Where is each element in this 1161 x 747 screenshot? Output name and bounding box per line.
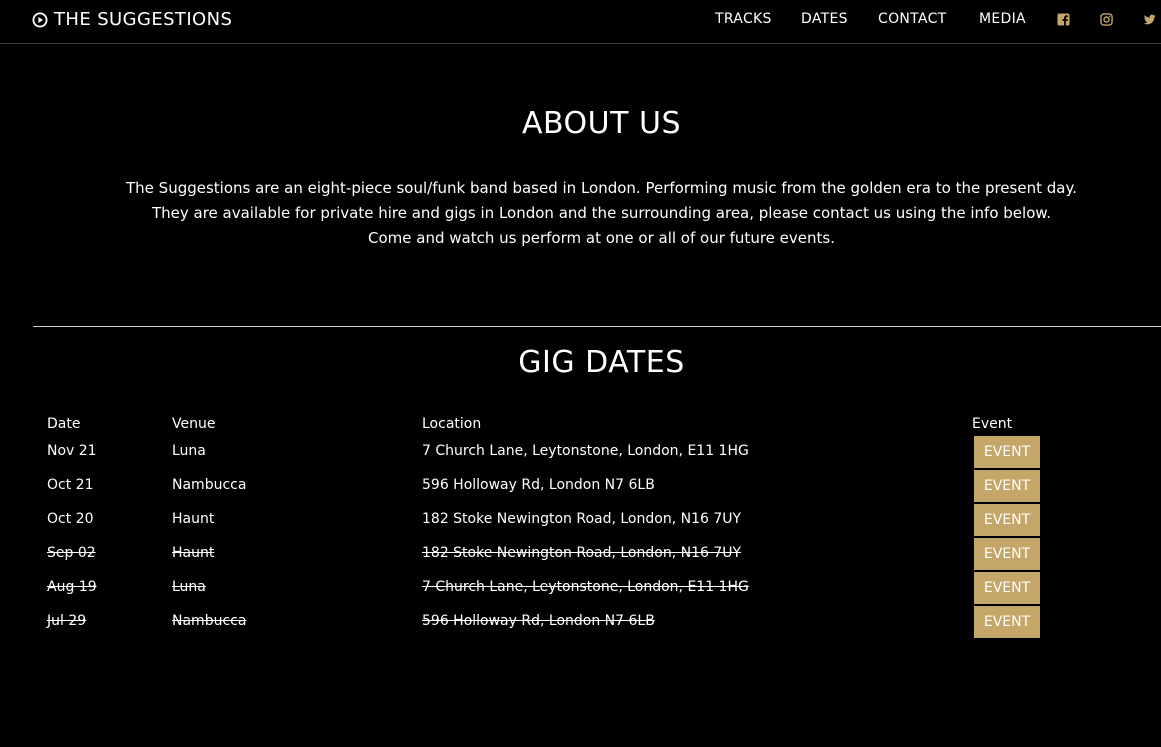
gig-location: 182 Stoke Newington Road, London, N16 7U…: [422, 545, 742, 561]
gig-location: 596 Holloway Rd, London N7 6LB: [422, 613, 655, 629]
gig-date: Oct 21: [47, 477, 94, 493]
about-description: The Suggestions are an eight-piece soul/…: [0, 176, 1161, 251]
brand-link[interactable]: THE SUGGESTIONS: [32, 9, 232, 30]
gig-date: Nov 21: [47, 443, 97, 459]
gig-location: 596 Holloway Rd, London N7 6LB: [422, 477, 655, 493]
play-circle-icon: [32, 12, 48, 27]
header-venue: Venue: [172, 416, 216, 432]
nav-media[interactable]: MEDIA: [979, 11, 1026, 27]
event-button[interactable]: EVENT: [974, 436, 1040, 468]
about-line: Come and watch us perform at one or all …: [368, 229, 835, 247]
header-location: Location: [422, 416, 482, 432]
gig-row: Oct 21 Nambucca 596 Holloway Rd, London …: [0, 470, 1161, 502]
gig-venue: Luna: [172, 443, 206, 459]
instagram-icon[interactable]: [1100, 13, 1113, 26]
gig-venue: Nambucca: [172, 613, 247, 629]
gig-location: 182 Stoke Newington Road, London, N16 7U…: [422, 511, 742, 527]
gig-row: Aug 19 Luna 7 Church Lane, Leytonstone, …: [0, 572, 1161, 604]
gig-date: Jul 29: [47, 613, 87, 629]
event-button[interactable]: EVENT: [974, 572, 1040, 604]
gig-venue: Haunt: [172, 511, 215, 527]
gig-row: Jul 29 Nambucca 596 Holloway Rd, London …: [0, 606, 1161, 638]
gig-location: 7 Church Lane, Leytonstone, London, E11 …: [422, 579, 749, 595]
navbar: THE SUGGESTIONS TRACKS DATES CONTACT MED…: [0, 0, 1161, 44]
header-event: Event: [972, 416, 1013, 432]
header-date: Date: [47, 416, 81, 432]
section-divider: [33, 326, 1161, 327]
about-line: The Suggestions are an eight-piece soul/…: [126, 179, 1077, 197]
event-button[interactable]: EVENT: [974, 504, 1040, 536]
gig-venue: Nambucca: [172, 477, 247, 493]
gig-venue: Luna: [172, 579, 206, 595]
event-button[interactable]: EVENT: [974, 606, 1040, 638]
nav-tracks[interactable]: TRACKS: [715, 11, 772, 27]
gig-row: Sep 02 Haunt 182 Stoke Newington Road, L…: [0, 538, 1161, 570]
facebook-icon[interactable]: [1057, 13, 1070, 26]
event-button[interactable]: EVENT: [974, 470, 1040, 502]
gig-date: Sep 02: [47, 545, 96, 561]
about-title: ABOUT US: [521, 106, 681, 141]
nav-contact[interactable]: CONTACT: [878, 11, 947, 27]
event-button[interactable]: EVENT: [974, 538, 1040, 570]
gig-row: Oct 20 Haunt 182 Stoke Newington Road, L…: [0, 504, 1161, 536]
gig-dates-title: GIG DATES: [518, 345, 685, 380]
gig-date: Oct 20: [47, 511, 94, 527]
gig-date: Aug 19: [47, 579, 97, 595]
nav-dates[interactable]: DATES: [801, 11, 848, 27]
gig-venue: Haunt: [172, 545, 215, 561]
brand-name: THE SUGGESTIONS: [54, 9, 233, 30]
about-line: They are available for private hire and …: [151, 204, 1052, 222]
gig-row: Nov 21 Luna 7 Church Lane, Leytonstone, …: [0, 436, 1161, 468]
gig-location: 7 Church Lane, Leytonstone, London, E11 …: [422, 443, 749, 459]
twitter-icon[interactable]: [1143, 13, 1156, 26]
